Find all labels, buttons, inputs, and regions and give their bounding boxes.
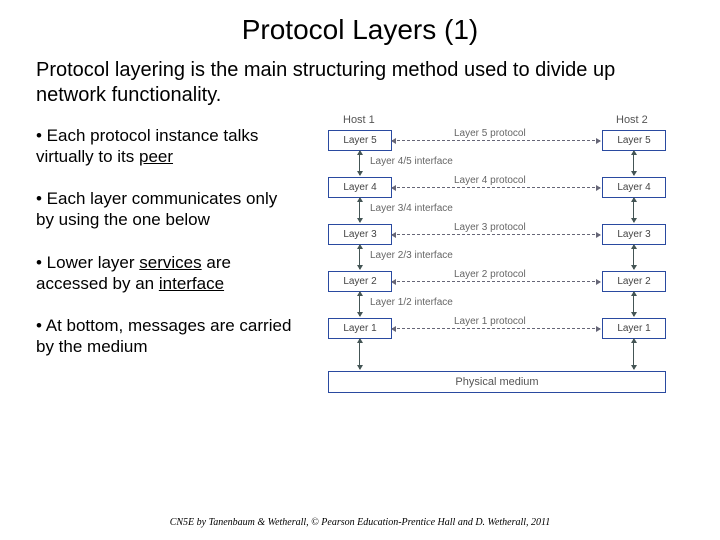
host1-label: Host 1: [343, 114, 375, 126]
h2-to-medium-arrow: [633, 339, 634, 369]
l4-protocol-line: [392, 187, 600, 188]
l5-protocol-line: [392, 140, 600, 141]
h2-layer3-box: Layer 3: [602, 224, 666, 245]
bullet-4-text: • At bottom, messages are carried by the…: [36, 316, 291, 356]
h2-iface23-arrow: [633, 245, 634, 269]
iface45-label: Layer 4/5 interface: [370, 156, 453, 167]
bullet-2: • Each layer communicates only by using …: [36, 189, 298, 230]
slide-title: Protocol Layers (1): [0, 0, 720, 52]
iface34-label: Layer 3/4 interface: [370, 203, 453, 214]
h1-layer3-box: Layer 3: [328, 224, 392, 245]
h2-layer2-box: Layer 2: [602, 271, 666, 292]
l1-protocol-label: Layer 1 protocol: [454, 316, 526, 327]
layer-diagram: Host 1 Host 2 Layer 5 Layer 5 Layer 5 pr…: [298, 114, 708, 380]
h1-iface23-arrow: [359, 245, 360, 269]
h1-layer5-box: Layer 5: [328, 130, 392, 151]
host2-label: Host 2: [616, 114, 648, 126]
l5-protocol-label: Layer 5 protocol: [454, 128, 526, 139]
h1-layer4-box: Layer 4: [328, 177, 392, 198]
bullet-3-pre: • Lower layer: [36, 253, 139, 272]
physical-medium-box: Physical medium: [328, 371, 666, 393]
bullet-2-text: • Each layer communicates only by using …: [36, 189, 277, 229]
l2-protocol-label: Layer 2 protocol: [454, 269, 526, 280]
bullet-3-underline-2: interface: [159, 274, 224, 293]
h1-layer2-box: Layer 2: [328, 271, 392, 292]
h1-iface34-arrow: [359, 198, 360, 222]
l3-protocol-label: Layer 3 protocol: [454, 222, 526, 233]
h2-iface34-arrow: [633, 198, 634, 222]
h1-iface45-arrow: [359, 151, 360, 175]
bullet-3: • Lower layer services are accessed by a…: [36, 253, 298, 294]
bullet-1-underline: peer: [139, 147, 173, 166]
l4-protocol-label: Layer 4 protocol: [454, 175, 526, 186]
l2-protocol-line: [392, 281, 600, 282]
intro-text: Protocol layering is the main structurin…: [0, 52, 720, 114]
l1-protocol-line: [392, 328, 600, 329]
h2-iface12-arrow: [633, 292, 634, 316]
iface12-label: Layer 1/2 interface: [370, 297, 453, 308]
content-row: • Each protocol instance talks virtually…: [0, 114, 720, 380]
h2-iface45-arrow: [633, 151, 634, 175]
h2-layer4-box: Layer 4: [602, 177, 666, 198]
bullet-1: • Each protocol instance talks virtually…: [36, 126, 298, 167]
h2-layer1-box: Layer 1: [602, 318, 666, 339]
bullet-4: • At bottom, messages are carried by the…: [36, 316, 298, 357]
h1-layer1-box: Layer 1: [328, 318, 392, 339]
iface23-label: Layer 2/3 interface: [370, 250, 453, 261]
slide-footer: CN5E by Tanenbaum & Wetherall, © Pearson…: [0, 517, 720, 528]
h1-iface12-arrow: [359, 292, 360, 316]
bullet-list: • Each protocol instance talks virtually…: [36, 114, 298, 380]
bullet-3-underline-1: services: [139, 253, 201, 272]
l3-protocol-line: [392, 234, 600, 235]
h2-layer5-box: Layer 5: [602, 130, 666, 151]
h1-to-medium-arrow: [359, 339, 360, 369]
